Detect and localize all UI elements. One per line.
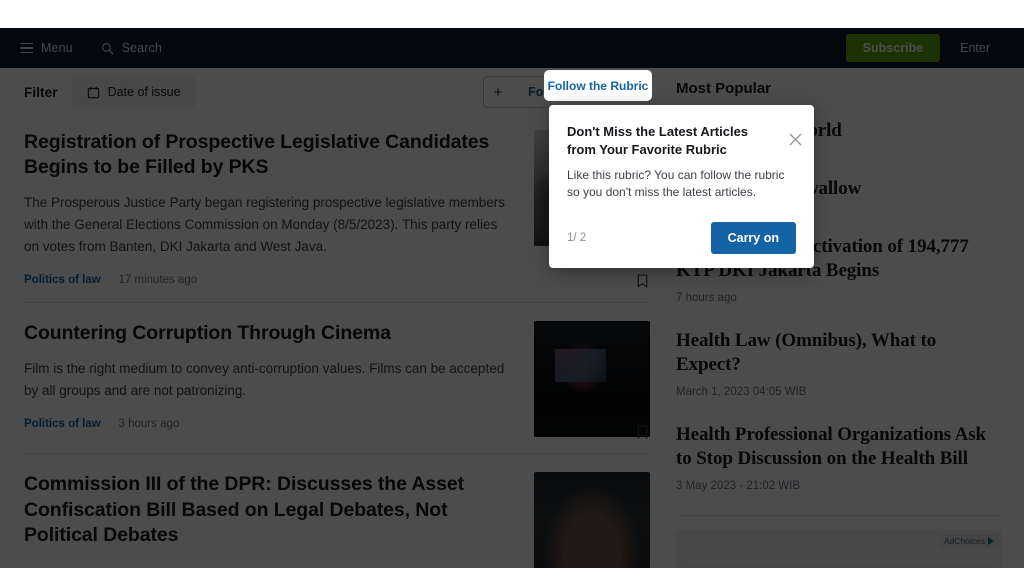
search-button[interactable]: Search	[101, 41, 162, 55]
article-title[interactable]: Registration of Prospective Legislative …	[24, 130, 512, 181]
article-title[interactable]: Commission III of the DPR: Discusses the…	[24, 472, 512, 548]
advertisement-slot[interactable]: AdChoices	[676, 529, 1002, 568]
adchoices-label: AdChoices	[943, 535, 985, 546]
tooltip-title: Don't Miss the Latest Articles from Your…	[567, 124, 749, 158]
tooltip-body: Like this rubric? You can follow the rub…	[567, 167, 785, 200]
meta-separator: ·	[107, 418, 112, 431]
article-text: Registration of Prospective Legislative …	[24, 130, 512, 286]
article-title[interactable]: Countering Corruption Through Cinema	[24, 321, 512, 346]
page-viewport: Menu Search Subscribe Enter Filter Date …	[0, 28, 1024, 568]
article-description: Film is the right medium to convey anti-…	[24, 360, 505, 399]
popular-timestamp: 3 May 2023 - 21:02 WIB	[676, 479, 801, 492]
popular-timestamp: March 1, 2023 04:05 WIB	[676, 385, 807, 398]
popular-title[interactable]: Health Law (Omnibus), What to Expect?	[676, 329, 1002, 377]
article-text: Commission III of the DPR: Discusses the…	[24, 472, 512, 568]
article-thumbnail[interactable]	[534, 321, 650, 438]
date-of-issue-label: Date of issue	[107, 85, 181, 99]
article-category[interactable]: Politics of law	[24, 274, 101, 286]
nav-right-group: Subscribe Enter	[845, 34, 1004, 62]
screenshot-root: Menu Search Subscribe Enter Filter Date …	[0, 0, 1024, 576]
calendar-icon	[87, 86, 99, 98]
bookmark-icon[interactable]	[637, 274, 648, 289]
article-timestamp: 17 minutes ago	[118, 274, 198, 287]
thumbnail-image	[534, 472, 650, 568]
article-text: Countering Corruption Through Cinema Fil…	[24, 321, 512, 437]
search-icon	[101, 42, 113, 54]
follow-rubric-button-highlighted[interactable]: Follow the Rubric	[546, 72, 650, 99]
article-thumbnail[interactable]	[534, 472, 650, 568]
menu-label: Menu	[41, 41, 73, 55]
popular-item[interactable]: Health Professional Organizations Ask to…	[676, 411, 1002, 505]
ad-creative	[686, 563, 992, 568]
sidebar-divider	[676, 514, 1002, 516]
date-of-issue-filter[interactable]: Date of issue	[71, 77, 196, 107]
nav-left-group: Menu Search	[20, 41, 162, 55]
carry-on-button[interactable]: Carry on	[710, 221, 796, 254]
onboarding-tooltip: Don't Miss the Latest Articles from Your…	[549, 105, 814, 268]
top-navigation-bar: Menu Search Subscribe Enter	[0, 28, 1024, 68]
article-timestamp: 3 hours ago	[118, 418, 180, 431]
menu-button[interactable]: Menu	[20, 41, 73, 55]
article-description: The Prosperous Justice Party began regis…	[24, 194, 505, 255]
bookmark-icon[interactable]	[637, 425, 648, 440]
enter-link[interactable]: Enter	[946, 34, 1004, 62]
article-card[interactable]: Commission III of the DPR: Discusses the…	[24, 454, 650, 568]
page-content: Filter Date of issue + Follow the Rubric	[0, 68, 1024, 568]
hamburger-icon	[20, 42, 33, 54]
popular-timestamp: 7 hours ago	[676, 291, 737, 304]
search-label: Search	[121, 41, 162, 55]
tooltip-footer: 1/ 2 Carry on	[567, 221, 796, 254]
adchoices-badge[interactable]: AdChoices	[939, 533, 998, 548]
article-meta: Politics of law · 3 hours ago	[24, 418, 512, 430]
close-icon[interactable]	[789, 133, 802, 146]
meta-separator: ·	[107, 274, 112, 287]
add-icon[interactable]: +	[484, 77, 512, 107]
article-card[interactable]: Countering Corruption Through Cinema Fil…	[24, 303, 650, 455]
popular-title[interactable]: Health Professional Organizations Ask to…	[676, 423, 1002, 471]
tooltip-step-indicator: 1/ 2	[567, 231, 587, 244]
sidebar-heading: Most Popular	[676, 80, 772, 97]
article-category[interactable]: Politics of law	[24, 418, 101, 430]
adchoices-icon	[988, 536, 994, 545]
popular-item[interactable]: Health Law (Omnibus), What to Expect? Ma…	[676, 317, 1002, 411]
article-meta: Politics of law · 17 minutes ago	[24, 274, 512, 286]
filter-label: Filter	[24, 84, 58, 100]
follow-rubric-highlight-label: Follow the Rubric	[547, 78, 649, 93]
thumbnail-image	[534, 321, 650, 438]
subscribe-button[interactable]: Subscribe	[845, 34, 941, 62]
